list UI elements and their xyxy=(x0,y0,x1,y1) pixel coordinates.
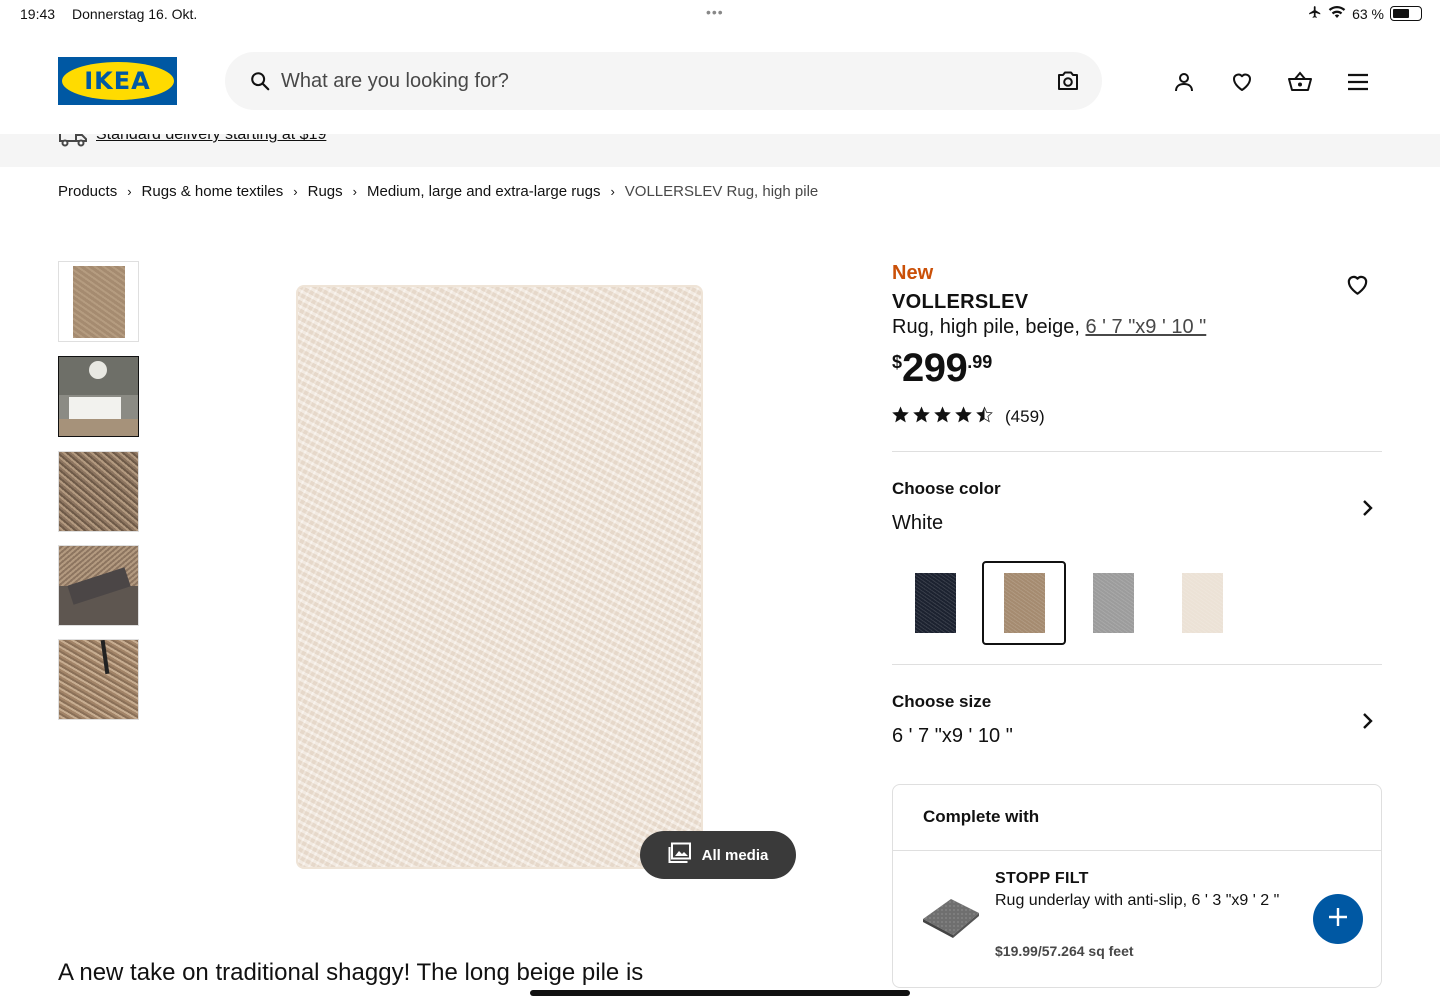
star-icon xyxy=(913,406,930,428)
add-to-wishlist-heart-icon[interactable] xyxy=(1344,272,1371,303)
rating-count: (459) xyxy=(1005,407,1045,426)
chevron-right-icon: › xyxy=(293,184,298,199)
choose-size-label: Choose size xyxy=(892,692,992,711)
chevron-right-icon: › xyxy=(610,184,615,199)
delivery-link[interactable]: Standard delivery starting at $19 xyxy=(96,134,326,144)
selected-size-value: 6 ' 7 "x9 ' 10 " xyxy=(892,725,1013,747)
product-description-text: Rug, high pile, beige, xyxy=(892,316,1086,338)
color-swatch[interactable] xyxy=(893,561,977,645)
product-main-image[interactable] xyxy=(296,285,703,869)
gallery-thumbnail[interactable] xyxy=(58,639,139,720)
heart-icon[interactable] xyxy=(1228,68,1256,96)
divider xyxy=(893,850,1381,851)
all-media-label: All media xyxy=(701,846,769,864)
star-icon xyxy=(976,406,993,428)
status-time: 19:43 xyxy=(20,6,56,22)
product-name: VOLLERSLEV xyxy=(892,291,1029,313)
search-icon[interactable] xyxy=(249,70,271,97)
site-header: IKEA xyxy=(0,30,1440,134)
gallery-thumbnail[interactable] xyxy=(58,451,139,532)
swatch-rug-image xyxy=(1092,573,1134,633)
camera-icon[interactable] xyxy=(1056,70,1080,97)
gallery-thumbnail[interactable] xyxy=(58,356,139,437)
menu-icon[interactable] xyxy=(1344,68,1372,96)
delivery-banner: Standard delivery starting at $19 xyxy=(0,134,1440,167)
airplane-icon xyxy=(1308,5,1322,22)
breadcrumb: Products › Rugs & home textiles › Rugs ›… xyxy=(58,183,818,200)
breadcrumb-item[interactable]: Rugs xyxy=(308,183,343,200)
product-summary-text: A new take on traditional shaggy! The lo… xyxy=(58,959,644,986)
star-icon xyxy=(955,406,972,428)
size-link[interactable]: 6 ' 7 "x9 ' 10 " xyxy=(1085,316,1206,338)
home-indicator[interactable] xyxy=(530,990,910,996)
breadcrumb-item[interactable]: Products xyxy=(58,183,117,200)
new-badge: New xyxy=(892,262,934,284)
all-media-button[interactable]: All media xyxy=(640,831,796,879)
price-currency: $ xyxy=(892,352,903,372)
selected-color-value: White xyxy=(892,512,944,534)
swatch-rug-image xyxy=(1003,573,1045,633)
basket-icon[interactable] xyxy=(1286,68,1314,96)
price-decimal: .99 xyxy=(967,352,993,372)
divider xyxy=(892,664,1382,665)
breadcrumb-item[interactable]: Rugs & home textiles xyxy=(142,183,284,200)
breadcrumb-current: VOLLERSLEV Rug, high pile xyxy=(624,183,819,200)
swatch-rug-image xyxy=(1181,573,1223,633)
gallery-icon xyxy=(668,842,692,868)
truck-icon xyxy=(58,134,88,153)
divider xyxy=(892,451,1382,452)
product-price: $ 299 .99 xyxy=(892,346,992,390)
status-date: Donnerstag 16. Okt. xyxy=(72,6,198,22)
ikea-logo[interactable]: IKEA xyxy=(58,57,177,105)
plus-icon xyxy=(1327,906,1349,933)
logo-text: IKEA xyxy=(84,67,151,95)
complete-with-panel: Complete with STOPP FILT Rug underlay wi… xyxy=(892,784,1382,988)
multitask-dots-icon[interactable]: ••• xyxy=(706,4,724,20)
user-icon[interactable] xyxy=(1170,68,1198,96)
complete-item-name[interactable]: STOPP FILT xyxy=(995,870,1089,888)
gallery-thumbnail[interactable] xyxy=(58,545,139,626)
wifi-icon xyxy=(1328,5,1346,22)
battery-percent: 63 % xyxy=(1352,5,1384,22)
chevron-right-icon[interactable] xyxy=(1358,498,1376,523)
search-input[interactable] xyxy=(281,62,1041,100)
gallery-thumbnail[interactable] xyxy=(58,261,139,342)
swatch-rug-image xyxy=(914,573,956,633)
chevron-right-icon[interactable] xyxy=(1358,711,1376,736)
complete-item-price: $19.99/57.264 sq feet xyxy=(995,943,1134,959)
color-swatch[interactable] xyxy=(1160,561,1244,645)
chevron-right-icon: › xyxy=(352,184,357,199)
rating-stars xyxy=(892,406,993,428)
chevron-right-icon: › xyxy=(127,184,132,199)
complete-item-description: Rug underlay with anti-slip, 6 ' 3 "x9 '… xyxy=(995,892,1280,909)
status-indicators: 63 % xyxy=(1308,5,1422,22)
product-rating[interactable]: (459) xyxy=(892,406,1045,428)
choose-color-label: Choose color xyxy=(892,479,1001,498)
breadcrumb-item[interactable]: Medium, large and extra-large rugs xyxy=(367,183,600,200)
complete-with-title: Complete with xyxy=(923,807,1040,826)
price-integer: 299 xyxy=(902,346,968,390)
rug-underlay-image[interactable] xyxy=(921,893,981,944)
star-icon xyxy=(934,406,951,428)
color-swatch[interactable] xyxy=(1071,561,1155,645)
add-to-cart-button[interactable] xyxy=(1313,894,1363,944)
color-swatch[interactable] xyxy=(982,561,1066,645)
status-bar: 19:43 Donnerstag 16. Okt. ••• 63 % xyxy=(0,0,1440,30)
product-description: Rug, high pile, beige, 6 ' 7 "x9 ' 10 " xyxy=(892,316,1206,339)
battery-icon xyxy=(1390,6,1422,21)
search-bar[interactable] xyxy=(225,52,1102,110)
star-icon xyxy=(892,406,909,428)
